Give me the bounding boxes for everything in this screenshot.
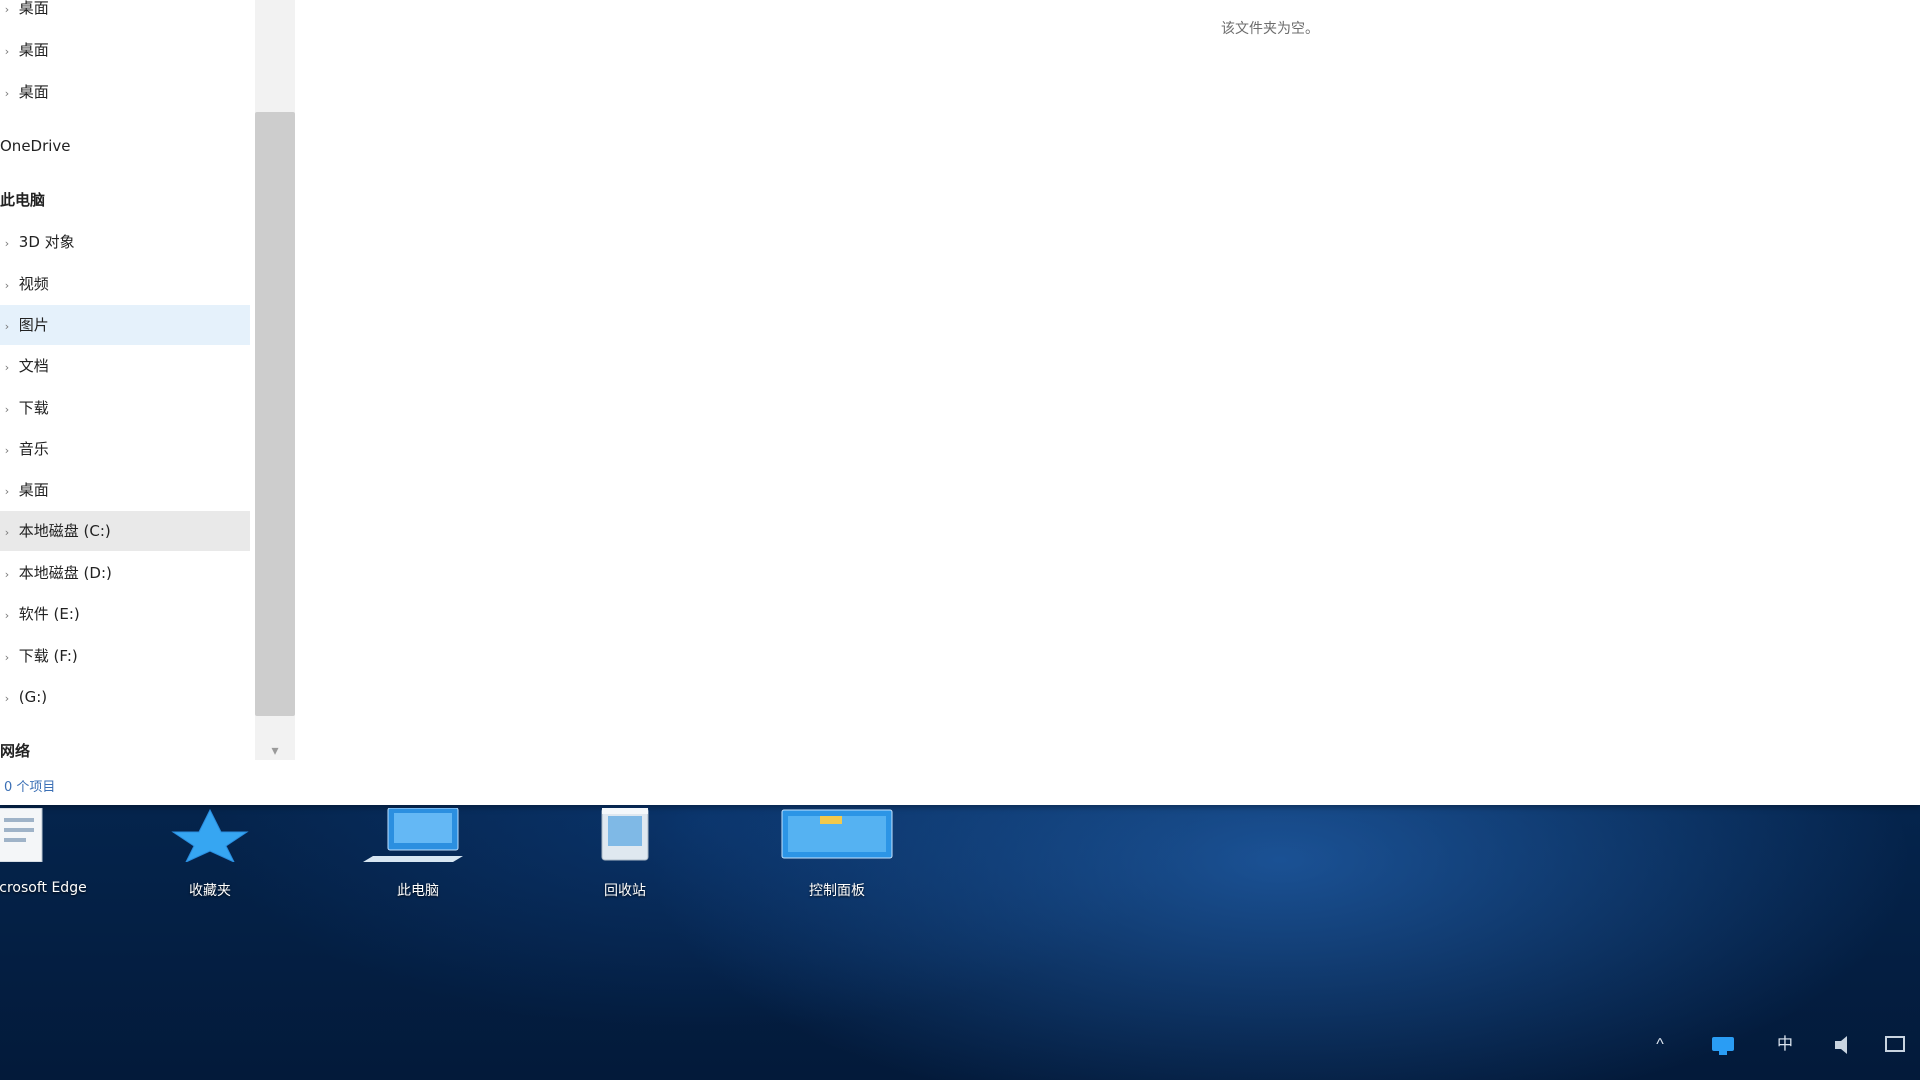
nav-item-desktop[interactable]: › 桌面: [0, 470, 250, 510]
document-icon: [0, 808, 43, 862]
nav-item-label: 3D 对象: [18, 233, 75, 251]
nav-item-label: OneDrive: [0, 137, 71, 155]
nav-item-music[interactable]: › 音乐: [0, 429, 250, 469]
nav-item-network[interactable]: 网络: [0, 731, 250, 771]
nav-item-label: 本地磁盘 (C:): [18, 522, 111, 540]
chevron-right-icon: ›: [4, 361, 10, 374]
chevron-right-icon: ›: [4, 526, 10, 539]
chevron-right-icon: ›: [4, 87, 10, 100]
desktop-icon-recycle-bin[interactable]: 回收站: [550, 806, 700, 926]
chevron-down-icon[interactable]: ▾: [260, 738, 290, 762]
nav-item-drive-c[interactable]: › 本地磁盘 (C:): [0, 511, 250, 551]
chevron-right-icon: ›: [4, 568, 10, 581]
chevron-right-icon: ›: [4, 45, 10, 58]
nav-item-label: 桌面: [18, 41, 49, 59]
nav-item[interactable]: › 桌面: [0, 30, 250, 70]
nav-item-pictures[interactable]: › 图片: [0, 305, 250, 345]
file-explorer-window: › 桌面 › 桌面 › 桌面 OneDrive 此电脑 › 3D 对象 › 视频…: [0, 0, 1920, 805]
chevron-right-icon: ›: [4, 237, 10, 250]
nav-item-label: 图片: [18, 316, 49, 334]
chevron-right-icon: ›: [4, 444, 10, 457]
nav-item-onedrive[interactable]: OneDrive: [0, 126, 250, 166]
star-icon: [171, 808, 249, 862]
chevron-right-icon: ›: [4, 279, 10, 292]
desktop-icon-control-panel[interactable]: 控制面板: [762, 806, 912, 926]
desktop-icon-favorites[interactable]: 收藏夹: [135, 806, 285, 926]
control-panel-icon: [781, 809, 893, 859]
network-icon[interactable]: [1700, 1025, 1744, 1065]
nav-item-label: 本地磁盘 (D:): [18, 564, 112, 582]
desktop-icon-label: 此电脑: [397, 883, 439, 899]
nav-item-label: 桌面: [18, 0, 49, 17]
nav-item-label: (G:): [18, 688, 48, 706]
network-icon-glyph: [1712, 1037, 1734, 1055]
desktop-icon-label: 回收站: [604, 883, 646, 899]
nav-item-label: 桌面: [18, 83, 49, 101]
desktop-icon-label: 控制面板: [809, 883, 865, 899]
desktop-icon-this-pc[interactable]: 此电脑: [343, 806, 493, 926]
computer-icon: [363, 808, 463, 862]
notification-icon[interactable]: [1875, 1025, 1915, 1065]
nav-item-label: 音乐: [18, 440, 49, 458]
chevron-right-icon: ›: [4, 3, 10, 16]
status-bar: 0 个项目: [0, 774, 1920, 802]
input-method-label: 中: [1776, 1036, 1793, 1053]
desktop-icon-label: 收藏夹: [189, 883, 231, 899]
recycle-bin-icon: [601, 808, 649, 861]
nav-item-label: 此电脑: [0, 191, 46, 209]
nav-item[interactable]: › 桌面: [0, 0, 250, 28]
chevron-right-icon: ›: [4, 403, 10, 416]
nav-item-drive-g[interactable]: › (G:): [0, 677, 250, 717]
item-count: 0 个项目: [4, 780, 56, 795]
nav-item-label: 视频: [18, 275, 49, 293]
nav-item-label: 网络: [0, 742, 31, 760]
nav-item-label: 软件 (E:): [18, 605, 80, 623]
nav-item-drive-e[interactable]: › 软件 (E:): [0, 594, 250, 634]
desktop-icon-label: Microsoft Edge: [0, 880, 87, 896]
system-tray: ^ 中: [1620, 1025, 1920, 1065]
nav-item-downloads[interactable]: › 下载: [0, 388, 250, 428]
nav-item-documents[interactable]: › 文档: [0, 346, 250, 386]
input-method-icon[interactable]: 中: [1760, 1025, 1810, 1065]
chevron-right-icon: ›: [4, 485, 10, 498]
nav-item-drive-d[interactable]: › 本地磁盘 (D:): [0, 553, 250, 593]
desktop-icon-edge[interactable]: Microsoft Edge: [0, 806, 110, 926]
nav-scrollbar-thumb[interactable]: [255, 112, 295, 716]
volume-icon[interactable]: [1825, 1025, 1865, 1065]
content-pane[interactable]: [300, 0, 1920, 805]
nav-item[interactable]: › 桌面: [0, 72, 250, 112]
nav-item-label: 桌面: [18, 481, 49, 499]
nav-item-3d-objects[interactable]: › 3D 对象: [0, 222, 250, 262]
nav-item-drive-f[interactable]: › 下载 (F:): [0, 636, 250, 676]
nav-item-label: 下载 (F:): [18, 647, 78, 665]
nav-item-this-pc[interactable]: 此电脑: [0, 180, 250, 220]
empty-folder-message: 该文件夹为空。: [1221, 21, 1319, 37]
chevron-right-icon: ›: [4, 609, 10, 622]
nav-item-videos[interactable]: › 视频: [0, 264, 250, 304]
speaker-glyph: [1835, 1036, 1847, 1054]
tray-chevron-label: ^: [1656, 1036, 1664, 1053]
chevron-right-icon: ›: [4, 692, 10, 705]
chevron-right-icon: ›: [4, 651, 10, 664]
nav-item-label: 文档: [18, 357, 49, 375]
notification-glyph: [1885, 1036, 1905, 1052]
chevron-up-icon[interactable]: ^: [1640, 1025, 1680, 1065]
chevron-right-icon: ›: [4, 320, 10, 333]
nav-item-label: 下载: [18, 399, 49, 417]
navigation-pane: › 桌面 › 桌面 › 桌面 OneDrive 此电脑 › 3D 对象 › 视频…: [0, 0, 255, 805]
